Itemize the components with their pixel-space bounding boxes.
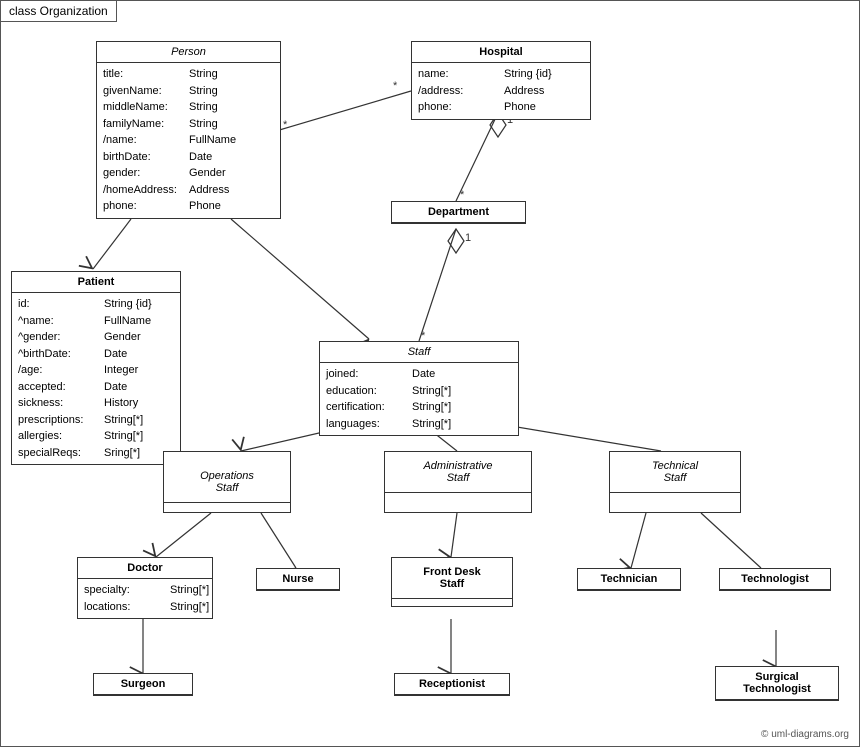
class-patient-title: Patient: [12, 272, 180, 293]
class-patient-body: id:String {id} ^name:FullName ^gender:Ge…: [12, 293, 180, 464]
class-receptionist: Receptionist: [394, 673, 510, 696]
svg-text:*: *: [393, 80, 398, 92]
class-technologist: Technologist: [719, 568, 831, 591]
svg-text:1: 1: [465, 232, 471, 244]
diagram-title: class Organization: [1, 1, 117, 22]
class-administrative-staff-title: AdministrativeStaff: [385, 452, 531, 493]
class-hospital-title: Hospital: [412, 42, 590, 63]
svg-text:*: *: [283, 119, 288, 131]
class-front-desk-staff-title: Front DeskStaff: [392, 558, 512, 599]
class-person: Person title:String givenName:String mid…: [96, 41, 281, 219]
class-technician: Technician: [577, 568, 681, 591]
class-technologist-title: Technologist: [720, 569, 830, 590]
class-front-desk-staff: Front DeskStaff: [391, 557, 513, 607]
class-administrative-staff: AdministrativeStaff: [384, 451, 532, 513]
class-technician-title: Technician: [578, 569, 680, 590]
class-nurse-title: Nurse: [257, 569, 339, 590]
class-surgeon: Surgeon: [93, 673, 193, 696]
copyright-text: © uml-diagrams.org: [761, 729, 849, 740]
class-surgeon-title: Surgeon: [94, 674, 192, 695]
class-nurse: Nurse: [256, 568, 340, 591]
class-doctor: Doctor specialty:String[*] locations:Str…: [77, 557, 213, 619]
class-surgical-technologist-title: SurgicalTechnologist: [716, 667, 838, 700]
class-doctor-body: specialty:String[*] locations:String[*]: [78, 579, 212, 618]
class-person-title: Person: [97, 42, 280, 63]
svg-text:*: *: [460, 189, 465, 201]
diagram-container: class Organization: [0, 0, 860, 747]
class-staff-title: Staff: [320, 342, 518, 363]
class-surgical-technologist: SurgicalTechnologist: [715, 666, 839, 701]
class-person-body: title:String givenName:String middleName…: [97, 63, 280, 218]
class-staff-body: joined:Date education:String[*] certific…: [320, 363, 518, 435]
class-hospital-body: name:String {id} /address:Address phone:…: [412, 63, 590, 119]
class-operations-staff: OperationsStaff: [163, 451, 291, 513]
class-technical-staff: TechnicalStaff: [609, 451, 741, 513]
class-technical-staff-title: TechnicalStaff: [610, 452, 740, 493]
class-department: Department: [391, 201, 526, 224]
class-operations-staff-title: OperationsStaff: [164, 462, 290, 503]
class-receptionist-title: Receptionist: [395, 674, 509, 695]
class-patient: Patient id:String {id} ^name:FullName ^g…: [11, 271, 181, 465]
class-doctor-title: Doctor: [78, 558, 212, 579]
class-department-title: Department: [392, 202, 525, 223]
class-hospital: Hospital name:String {id} /address:Addre…: [411, 41, 591, 120]
class-staff: Staff joined:Date education:String[*] ce…: [319, 341, 519, 436]
